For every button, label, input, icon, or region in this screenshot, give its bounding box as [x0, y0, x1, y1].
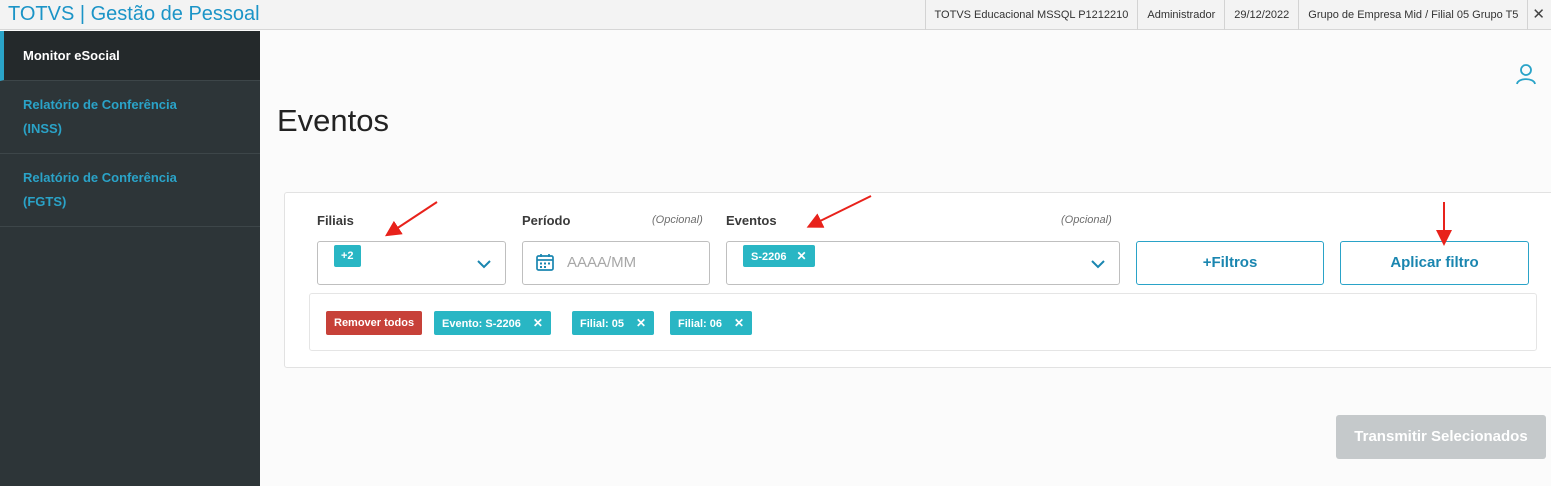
filiais-select[interactable]: +2 [317, 241, 506, 285]
eventos-select[interactable]: S-2206 ✕ [726, 241, 1120, 285]
top-bar: TOTVS | Gestão de Pessoal TOTVS Educacio… [0, 0, 1551, 30]
tag-evento: Evento: S-2206 ✕ [434, 311, 551, 335]
sidebar-item-monitor-esocial[interactable]: Monitor eSocial [0, 31, 260, 81]
sidebar-item-relatorio-fgts[interactable]: Relatório de Conferência (FGTS) [0, 154, 260, 227]
more-filters-button[interactable]: +Filtros [1136, 241, 1324, 285]
filiais-count-chip: +2 [334, 245, 361, 267]
close-icon[interactable]: ✕ [734, 316, 744, 330]
close-icon[interactable]: ✕ [796, 249, 806, 263]
tag-label: Filial: 05 [580, 318, 625, 330]
eventos-chip: S-2206 ✕ [743, 245, 815, 267]
filiais-label: Filiais [317, 213, 354, 228]
eventos-optional: (Opcional) [1061, 214, 1112, 226]
tag-filial-06: Filial: 06 ✕ [670, 311, 753, 335]
date-label: 29/12/2022 [1224, 0, 1298, 30]
eventos-label: Eventos [726, 213, 777, 228]
remove-all-button[interactable]: Remover todos [326, 311, 423, 335]
close-icon[interactable]: ✕ [1527, 0, 1551, 30]
user-label: Administrador [1137, 0, 1224, 30]
sidebar-item-label: (FGTS) [23, 194, 67, 209]
calendar-icon[interactable] [535, 252, 555, 272]
active-filters-row: Remover todos Evento: S-2206 ✕ Filial: 05… [309, 293, 1537, 351]
sidebar-item-label: Relatório de Conferência [23, 170, 177, 185]
eventos-chip-label: S-2206 [751, 251, 787, 263]
sidebar-item-label: (INSS) [23, 121, 62, 136]
close-icon[interactable]: ✕ [533, 316, 543, 330]
company-label: Grupo de Empresa Mid / Filial 05 Grupo T… [1298, 0, 1527, 30]
chevron-down-icon[interactable] [477, 257, 491, 271]
tag-filial-05: Filial: 05 ✕ [572, 311, 655, 335]
page-title: Eventos [277, 103, 390, 138]
sidebar-item-label: Monitor eSocial [23, 48, 120, 63]
sidebar-item-relatorio-inss[interactable]: Relatório de Conferência (INSS) [0, 81, 260, 154]
periodo-label: Período [522, 213, 571, 228]
periodo-optional: (Opcional) [652, 214, 703, 226]
chevron-down-icon[interactable] [1091, 257, 1105, 271]
sidebar-item-label: Relatório de Conferência [23, 97, 177, 112]
top-info: TOTVS Educacional MSSQL P1212210 Adminis… [924, 0, 1551, 30]
transmit-selected-button[interactable]: Transmitir Selecionados [1336, 415, 1546, 459]
user-icon[interactable] [1514, 62, 1538, 86]
tag-label: Evento: S-2206 [442, 318, 521, 330]
sidebar: Monitor eSocial Relatório de Conferência… [0, 31, 260, 486]
periodo-placeholder: AAAA/MM [567, 254, 637, 271]
apply-filter-button[interactable]: Aplicar filtro [1340, 241, 1529, 285]
environment-label: TOTVS Educacional MSSQL P1212210 [924, 0, 1138, 30]
tag-label: Filial: 06 [678, 318, 723, 330]
close-icon[interactable]: ✕ [636, 316, 646, 330]
app-title: TOTVS | Gestão de Pessoal [8, 3, 260, 25]
periodo-input[interactable]: AAAA/MM [522, 241, 710, 285]
